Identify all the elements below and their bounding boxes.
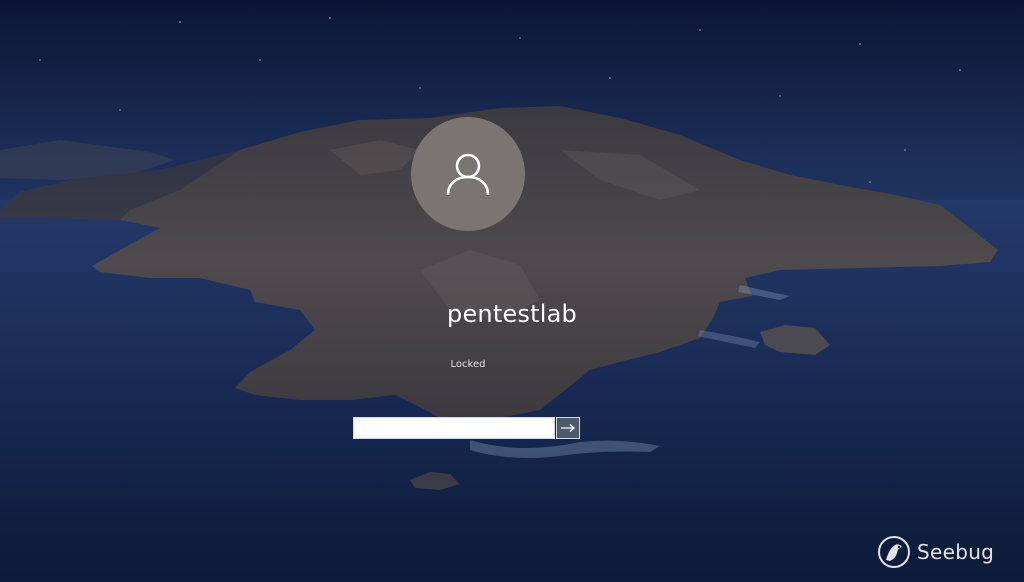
password-input[interactable]: [353, 417, 555, 439]
watermark-text: Seebug: [917, 540, 995, 564]
submit-button[interactable]: [556, 417, 580, 439]
user-icon: [446, 153, 490, 196]
seebug-watermark: Seebug: [877, 535, 994, 569]
password-row: [353, 417, 580, 439]
account-name: pentestlab: [447, 300, 577, 328]
seebug-logo: [878, 536, 910, 568]
lock-status-text: Locked: [450, 359, 486, 370]
arrow-right-icon: [561, 424, 575, 432]
wallpaper-image: [0, 0, 1024, 582]
user-avatar: [411, 117, 525, 231]
lock-screen: pentestlab Locked Seebug: [0, 0, 1024, 582]
